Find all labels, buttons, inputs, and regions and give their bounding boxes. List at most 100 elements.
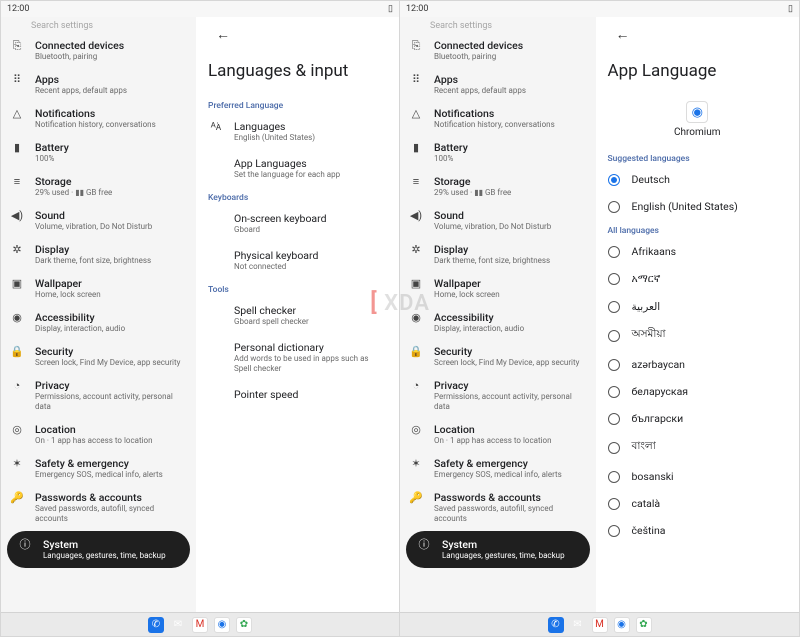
sidebar-icon: △ bbox=[9, 107, 25, 121]
sidebar-item-title: Accessibility bbox=[434, 311, 588, 324]
sidebar-item-connected-devices[interactable]: ⎘Connected devicesBluetooth, pairing bbox=[1, 33, 196, 67]
taskbar[interactable]: ✆ ✉ M ◉ ✿ bbox=[400, 612, 799, 636]
sidebar-item-passwords-accounts[interactable]: 🔑Passwords & accountsSaved passwords, au… bbox=[1, 485, 196, 529]
section-header-all: All languages bbox=[606, 220, 789, 238]
sidebar-item-title: Connected devices bbox=[35, 39, 188, 52]
taskbar-photos-icon[interactable]: ✿ bbox=[636, 617, 652, 633]
sidebar-item-sound[interactable]: ◀)SoundVolume, vibration, Do Not Disturb bbox=[1, 203, 196, 237]
sidebar-item-passwords-accounts[interactable]: 🔑Passwords & accountsSaved passwords, au… bbox=[400, 485, 596, 529]
sidebar-icon: ◉ bbox=[9, 311, 25, 325]
sidebar-item-system[interactable]: ⓘSystemLanguages, gestures, time, backup bbox=[406, 531, 590, 568]
taskbar-gmail-icon[interactable]: M bbox=[592, 617, 608, 633]
sidebar-item-title: Sound bbox=[35, 209, 188, 222]
sidebar-item-safety-emergency[interactable]: ✶Safety & emergencyEmergency SOS, medica… bbox=[1, 451, 196, 485]
back-button[interactable]: ← bbox=[612, 23, 634, 45]
sidebar-item-sub: Volume, vibration, Do Not Disturb bbox=[434, 222, 588, 232]
sidebar-icon: 🔒 bbox=[408, 345, 424, 359]
language-option[interactable]: Afrikaans bbox=[606, 238, 789, 265]
taskbar-phone-icon[interactable]: ✆ bbox=[548, 617, 564, 633]
back-button[interactable]: ← bbox=[212, 23, 234, 45]
language-option[interactable]: অসমীয়া bbox=[606, 320, 789, 351]
sidebar-item-location[interactable]: ◎LocationOn · 1 app has access to locati… bbox=[1, 417, 196, 451]
language-option-english-united-states-[interactable]: English (United States) bbox=[606, 193, 789, 220]
sidebar-item-location[interactable]: ◎LocationOn · 1 app has access to locati… bbox=[400, 417, 596, 451]
settings-row-physical-keyboard[interactable]: •Physical keyboardNot connected bbox=[206, 242, 389, 279]
sidebar-icon: 🔑 bbox=[408, 491, 424, 505]
sidebar-item-display[interactable]: ✲DisplayDark theme, font size, brightnes… bbox=[1, 237, 196, 271]
sidebar-item-notifications[interactable]: △NotificationsNotification history, conv… bbox=[400, 101, 596, 135]
sidebar-item-sub: 100% bbox=[35, 154, 188, 164]
language-label: bosanski bbox=[632, 470, 674, 483]
row-sub: Not connected bbox=[234, 262, 387, 272]
language-option[interactable]: azərbaycan bbox=[606, 351, 789, 378]
sidebar-icon: ◎ bbox=[408, 423, 424, 437]
taskbar-messages-icon[interactable]: ✉ bbox=[570, 617, 586, 633]
language-option[interactable]: català bbox=[606, 490, 789, 517]
language-option[interactable]: беларуская bbox=[606, 378, 789, 405]
settings-row-personal-dictionary[interactable]: •Personal dictionaryAdd words to be used… bbox=[206, 334, 389, 381]
settings-row-pointer-speed[interactable]: •Pointer speed bbox=[206, 381, 389, 408]
sidebar-icon: ◔ bbox=[9, 379, 25, 393]
language-label: čeština bbox=[632, 524, 666, 537]
search-settings-stub[interactable]: Search settings bbox=[400, 17, 596, 33]
sidebar-item-battery[interactable]: ▮Battery100% bbox=[1, 135, 196, 169]
sidebar-item-battery[interactable]: ▮Battery100% bbox=[400, 135, 596, 169]
sidebar-item-storage[interactable]: ≡Storage29% used · ▮▮ GB free bbox=[400, 169, 596, 203]
settings-sidebar[interactable]: Search settings⎘Connected devicesBluetoo… bbox=[1, 17, 196, 612]
language-option[interactable]: বাংলা bbox=[606, 432, 789, 463]
taskbar-photos-icon[interactable]: ✿ bbox=[236, 617, 252, 633]
sidebar-item-sub: Recent apps, default apps bbox=[35, 86, 188, 96]
settings-sidebar[interactable]: Search settings⎘Connected devicesBluetoo… bbox=[400, 17, 596, 612]
sidebar-icon: ▮ bbox=[408, 141, 424, 155]
dual-screenshot-wrap: 12:00 ▯ Search settings⎘Connected device… bbox=[0, 0, 800, 637]
sidebar-item-accessibility[interactable]: ◉AccessibilityDisplay, interaction, audi… bbox=[400, 305, 596, 339]
taskbar-chrome-icon[interactable]: ◉ bbox=[614, 617, 630, 633]
sidebar-item-system[interactable]: ⓘSystemLanguages, gestures, time, backup bbox=[7, 531, 190, 568]
sidebar-item-privacy[interactable]: ◔PrivacyPermissions, account activity, p… bbox=[1, 373, 196, 417]
language-option[interactable]: български bbox=[606, 405, 789, 432]
language-option-deutsch[interactable]: Deutsch bbox=[606, 166, 789, 193]
sidebar-item-storage[interactable]: ≡Storage29% used · ▮▮ GB free bbox=[1, 169, 196, 203]
taskbar[interactable]: ✆ ✉ M ◉ ✿ bbox=[1, 612, 399, 636]
radio-icon bbox=[608, 525, 620, 537]
section-header: Tools bbox=[206, 279, 389, 297]
sidebar-item-wallpaper[interactable]: ▣WallpaperHome, lock screen bbox=[1, 271, 196, 305]
language-option[interactable]: bosanski bbox=[606, 463, 789, 490]
sidebar-item-title: Battery bbox=[35, 141, 188, 154]
sidebar-item-display[interactable]: ✲DisplayDark theme, font size, brightnes… bbox=[400, 237, 596, 271]
settings-row-app-languages[interactable]: •App LanguagesSet the language for each … bbox=[206, 150, 389, 187]
sidebar-item-apps[interactable]: ⠿AppsRecent apps, default apps bbox=[1, 67, 196, 101]
search-settings-stub[interactable]: Search settings bbox=[1, 17, 196, 33]
sidebar-item-sub: Screen lock, Find My Device, app securit… bbox=[434, 358, 588, 368]
language-option[interactable]: አማርኛ bbox=[606, 265, 789, 293]
sidebar-item-connected-devices[interactable]: ⎘Connected devicesBluetooth, pairing bbox=[400, 33, 596, 67]
sidebar-item-notifications[interactable]: △NotificationsNotification history, conv… bbox=[1, 101, 196, 135]
row-title: Physical keyboard bbox=[234, 249, 387, 262]
taskbar-phone-icon[interactable]: ✆ bbox=[148, 617, 164, 633]
sidebar-item-title: Storage bbox=[35, 175, 188, 188]
row-title: On-screen keyboard bbox=[234, 212, 387, 225]
sidebar-item-sub: Bluetooth, pairing bbox=[35, 52, 188, 62]
language-option[interactable]: العربية bbox=[606, 293, 789, 320]
sidebar-item-accessibility[interactable]: ◉AccessibilityDisplay, interaction, audi… bbox=[1, 305, 196, 339]
sidebar-icon: ✲ bbox=[9, 243, 25, 257]
sidebar-icon: △ bbox=[408, 107, 424, 121]
sidebar-item-apps[interactable]: ⠿AppsRecent apps, default apps bbox=[400, 67, 596, 101]
language-option[interactable]: čeština bbox=[606, 517, 789, 544]
sidebar-item-title: Battery bbox=[434, 141, 588, 154]
sidebar-item-security[interactable]: 🔒SecurityScreen lock, Find My Device, ap… bbox=[1, 339, 196, 373]
sidebar-item-privacy[interactable]: ◔PrivacyPermissions, account activity, p… bbox=[400, 373, 596, 417]
row-sub: Gboard spell checker bbox=[234, 317, 387, 327]
sidebar-item-wallpaper[interactable]: ▣WallpaperHome, lock screen bbox=[400, 271, 596, 305]
taskbar-gmail-icon[interactable]: M bbox=[192, 617, 208, 633]
sidebar-item-sound[interactable]: ◀)SoundVolume, vibration, Do Not Disturb bbox=[400, 203, 596, 237]
settings-row-spell-checker[interactable]: •Spell checkerGboard spell checker bbox=[206, 297, 389, 334]
settings-row-languages[interactable]: ᴬ͘ᴀLanguagesEnglish (United States) bbox=[206, 113, 389, 150]
taskbar-chrome-icon[interactable]: ◉ bbox=[214, 617, 230, 633]
sidebar-icon: ⠿ bbox=[9, 73, 25, 87]
sidebar-item-sub: Emergency SOS, medical info, alerts bbox=[434, 470, 588, 480]
sidebar-item-security[interactable]: 🔒SecurityScreen lock, Find My Device, ap… bbox=[400, 339, 596, 373]
sidebar-item-safety-emergency[interactable]: ✶Safety & emergencyEmergency SOS, medica… bbox=[400, 451, 596, 485]
settings-row-on-screen-keyboard[interactable]: •On-screen keyboardGboard bbox=[206, 205, 389, 242]
taskbar-messages-icon[interactable]: ✉ bbox=[170, 617, 186, 633]
